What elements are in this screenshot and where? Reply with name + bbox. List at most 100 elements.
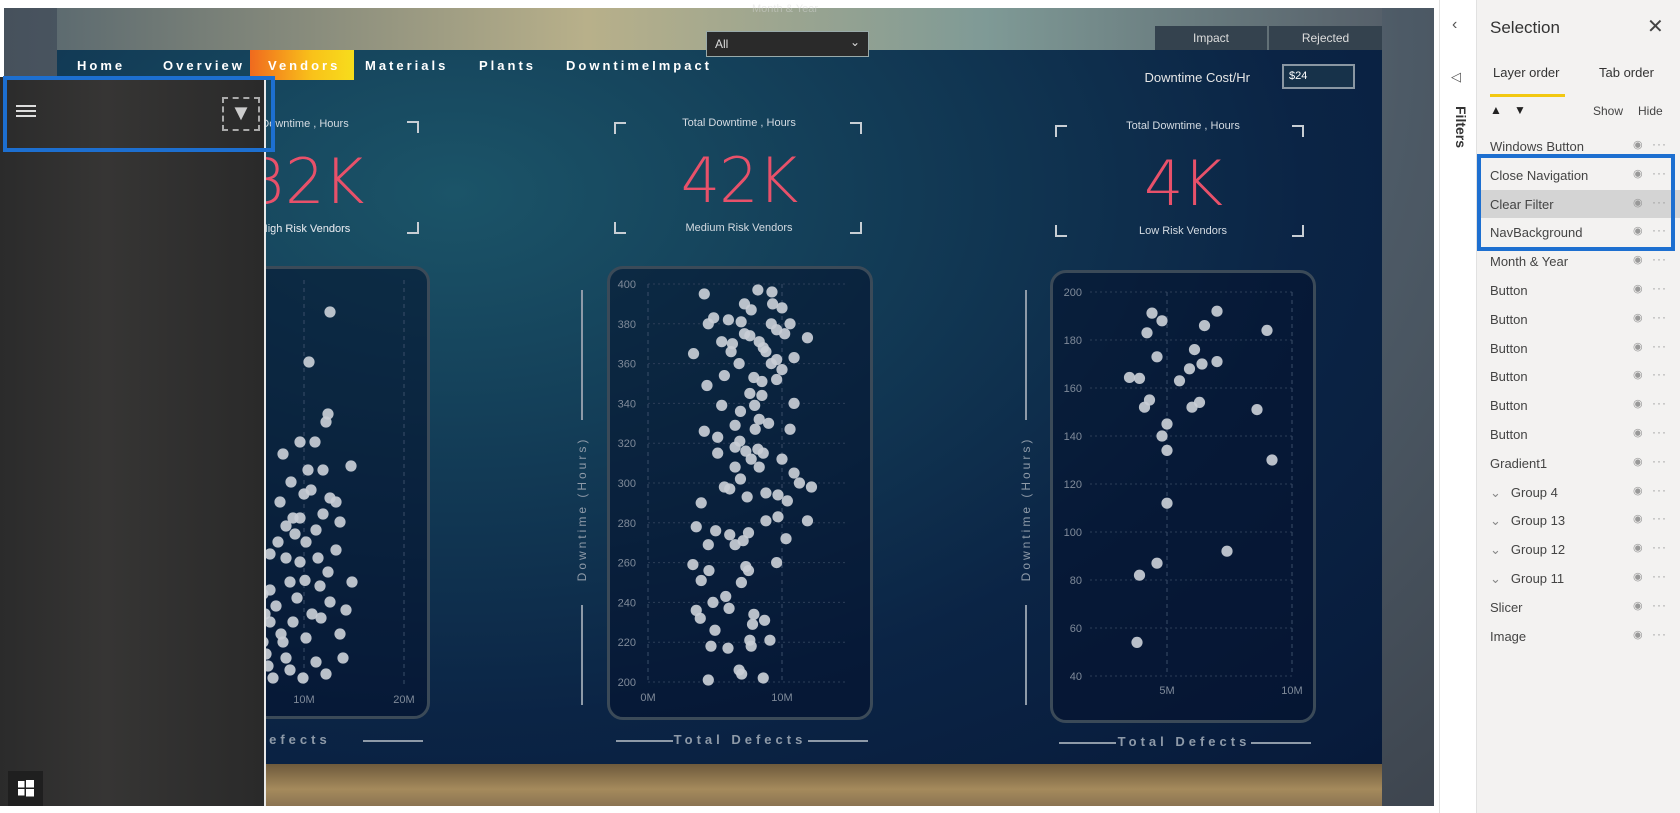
selection-pane: Selection ✕ Layer order Tab order ▲ ▼ Sh… [1476, 0, 1680, 813]
collapse-chevron-icon[interactable]: ‹ [1452, 16, 1457, 34]
more-options-icon[interactable]: ··· [1652, 137, 1667, 151]
more-options-icon[interactable]: ··· [1652, 454, 1667, 468]
y-tick-label: 320 [618, 438, 636, 450]
more-options-icon[interactable]: ··· [1652, 310, 1667, 324]
y-tick-label: 360 [618, 359, 636, 371]
more-options-icon[interactable]: ··· [1652, 252, 1667, 266]
more-options-icon[interactable]: ··· [1652, 569, 1667, 583]
data-point [309, 436, 321, 448]
more-options-icon[interactable]: ··· [1652, 598, 1667, 612]
eye-icon[interactable]: ◉ [1633, 455, 1643, 468]
hide-all-button[interactable]: Hide [1638, 104, 1663, 118]
layer-item[interactable]: ⌄ Group 12 ◉ ··· [1477, 535, 1680, 563]
filters-label[interactable]: Filters [1453, 106, 1469, 148]
data-point [724, 529, 736, 541]
data-point [294, 556, 306, 568]
more-options-icon[interactable]: ··· [1652, 627, 1667, 641]
more-options-icon[interactable]: ··· [1652, 511, 1667, 525]
layer-item[interactable]: ⌄ Group 4 ◉ ··· [1477, 478, 1680, 506]
x-tick-label: 20M [393, 694, 414, 706]
layer-item[interactable]: Button ◉ ··· [1477, 362, 1680, 390]
layer-label: Group 4 [1510, 484, 1558, 500]
data-point [776, 363, 788, 376]
eye-icon[interactable]: ◉ [1633, 512, 1643, 525]
layer-item[interactable]: ⌄ Group 11 ◉ ··· [1477, 564, 1680, 592]
x-tick-label: 0M [640, 692, 655, 704]
data-point [1156, 430, 1168, 442]
layer-item[interactable]: Image ◉ ··· [1477, 622, 1680, 650]
eye-icon[interactable]: ◉ [1633, 397, 1643, 410]
y-tick-label: 60 [1070, 623, 1082, 635]
data-point [757, 447, 769, 459]
layer-item[interactable]: Month & Year ◉ ··· [1477, 247, 1680, 275]
layer-item[interactable]: Button ◉ ··· [1477, 276, 1680, 304]
data-point [310, 656, 322, 668]
chevron-down-icon[interactable]: ⌄ [1490, 571, 1501, 586]
data-point [776, 453, 788, 465]
data-point [724, 483, 736, 495]
more-options-icon[interactable]: ··· [1652, 396, 1667, 410]
y-tick-label: 340 [618, 398, 636, 410]
layer-item[interactable]: Button ◉ ··· [1477, 305, 1680, 333]
layer-label: Button [1490, 369, 1528, 385]
eye-icon[interactable]: ◉ [1633, 541, 1643, 554]
chevron-down-icon[interactable]: ⌄ [1490, 542, 1501, 557]
data-point [1151, 557, 1163, 569]
data-point [702, 674, 714, 686]
data-point [707, 596, 719, 609]
data-point [745, 640, 757, 652]
layer-item[interactable]: Button ◉ ··· [1477, 391, 1680, 419]
layer-item[interactable]: Button ◉ ··· [1477, 334, 1680, 362]
data-point [1193, 396, 1206, 408]
more-options-icon[interactable]: ··· [1652, 425, 1667, 439]
eye-icon[interactable]: ◉ [1633, 368, 1643, 381]
layer-item[interactable]: Gradient1 ◉ ··· [1477, 449, 1680, 477]
data-point [300, 536, 312, 548]
data-point [729, 419, 741, 431]
eye-icon[interactable]: ◉ [1633, 484, 1643, 497]
eye-icon[interactable]: ◉ [1633, 138, 1643, 151]
more-options-icon[interactable]: ··· [1652, 367, 1667, 381]
eye-icon[interactable]: ◉ [1633, 599, 1643, 612]
data-point [772, 489, 784, 501]
move-down-icon[interactable]: ▼ [1514, 103, 1526, 117]
more-options-icon[interactable]: ··· [1652, 483, 1667, 497]
more-options-icon[interactable]: ··· [1652, 281, 1667, 295]
eye-icon[interactable]: ◉ [1633, 253, 1643, 266]
data-point [324, 596, 336, 608]
layer-label: Group 12 [1510, 542, 1566, 558]
eye-icon[interactable]: ◉ [1633, 570, 1643, 583]
clear-filter-button[interactable]: ▼ [222, 97, 260, 131]
chevron-down-icon[interactable]: ⌄ [1490, 485, 1501, 500]
close-icon[interactable]: ✕ [1647, 14, 1664, 39]
data-point [742, 564, 755, 577]
data-point [302, 464, 314, 476]
data-point [752, 284, 764, 296]
data-point [735, 316, 747, 328]
hamburger-icon[interactable] [14, 102, 38, 122]
data-point [694, 612, 706, 624]
tab-tab-order[interactable]: Tab order [1599, 65, 1654, 80]
eye-icon[interactable]: ◉ [1633, 282, 1643, 295]
data-point [698, 425, 710, 437]
data-point [729, 441, 741, 453]
layer-item[interactable]: Button ◉ ··· [1477, 420, 1680, 448]
filters-pane-collapsed[interactable]: ‹ ◁ Filters [1439, 0, 1476, 813]
eye-icon[interactable]: ◉ [1633, 426, 1643, 439]
more-options-icon[interactable]: ··· [1652, 339, 1667, 353]
data-point [760, 487, 772, 499]
data-point [710, 525, 722, 537]
eye-icon[interactable]: ◉ [1633, 311, 1643, 324]
show-all-button[interactable]: Show [1593, 104, 1623, 118]
eye-icon[interactable]: ◉ [1633, 340, 1643, 353]
eye-icon[interactable]: ◉ [1633, 628, 1643, 641]
layer-item[interactable]: Slicer ◉ ··· [1477, 593, 1680, 621]
data-point [718, 369, 730, 382]
layer-item[interactable]: ⌄ Group 13 ◉ ··· [1477, 506, 1680, 534]
move-up-icon[interactable]: ▲ [1490, 103, 1502, 117]
more-options-icon[interactable]: ··· [1652, 540, 1667, 554]
tab-layer-order[interactable]: Layer order [1493, 65, 1559, 80]
windows-button[interactable] [8, 771, 43, 806]
data-point [297, 672, 309, 684]
chevron-down-icon[interactable]: ⌄ [1490, 513, 1501, 528]
